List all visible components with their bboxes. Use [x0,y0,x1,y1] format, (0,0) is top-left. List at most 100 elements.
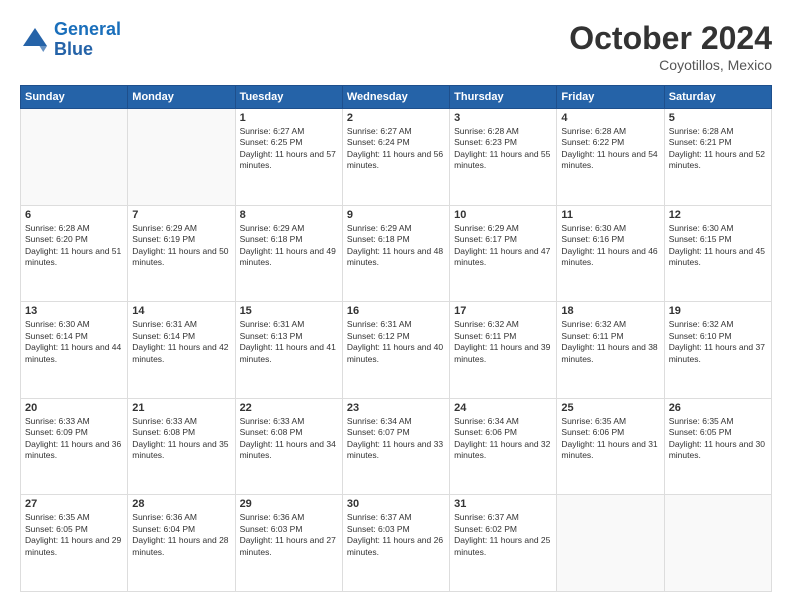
day-number: 15 [240,305,338,317]
calendar-cell: 14Sunrise: 6:31 AMSunset: 6:14 PMDayligh… [128,302,235,399]
day-info: Sunrise: 6:28 AMSunset: 6:20 PMDaylight:… [25,223,123,269]
logo-line2: Blue [54,39,93,59]
calendar-week-4: 27Sunrise: 6:35 AMSunset: 6:05 PMDayligh… [21,495,772,592]
calendar-cell: 5Sunrise: 6:28 AMSunset: 6:21 PMDaylight… [664,109,771,206]
calendar-cell [664,495,771,592]
calendar-cell: 9 Sunrise: 6:29 AMSunset: 6:18 PMDaylight… [342,205,449,302]
day-number: 23 [347,402,445,414]
day-number: 3 [454,112,552,124]
day-info: Sunrise: 6:37 AMSunset: 6:02 PMDaylight:… [454,512,552,558]
day-info: Sunrise: 6:35 AMSunset: 6:06 PMDaylight:… [561,416,659,462]
day-info: Sunrise: 6:32 AMSunset: 6:10 PMDaylight:… [669,319,767,365]
day-info: Sunrise: 6:34 AMSunset: 6:07 PMDaylight:… [347,416,445,462]
day-number: 31 [454,498,552,510]
day-info: Sunrise: 6:32 AMSunset: 6:11 PMDaylight:… [454,319,552,365]
weekday-header-row: SundayMondayTuesdayWednesdayThursdayFrid… [21,86,772,109]
day-number: 19 [669,305,767,317]
calendar-week-3: 20 Sunrise: 6:33 AMSunset: 6:09 PMDayligh… [21,398,772,495]
calendar-cell: 19 Sunrise: 6:32 AMSunset: 6:10 PMDayligh… [664,302,771,399]
location-subtitle: Coyotillos, Mexico [569,57,772,73]
day-number: 10 [454,209,552,221]
calendar-table: SundayMondayTuesdayWednesdayThursdayFrid… [20,85,772,592]
header: General Blue October 2024 Coyotillos, Me… [20,20,772,73]
day-info: Sunrise: 6:35 AMSunset: 6:05 PMDaylight:… [25,512,123,558]
calendar-cell: 12Sunrise: 6:30 AMSunset: 6:15 PMDayligh… [664,205,771,302]
day-number: 5 [669,112,767,124]
day-info: Sunrise: 6:33 AMSunset: 6:09 PMDaylight:… [25,416,123,462]
calendar-cell: 30Sunrise: 6:37 AMSunset: 6:03 PMDayligh… [342,495,449,592]
month-title: October 2024 [569,20,772,57]
weekday-header-monday: Monday [128,86,235,109]
day-number: 25 [561,402,659,414]
calendar-cell: 3Sunrise: 6:28 AMSunset: 6:23 PMDaylight… [450,109,557,206]
weekday-header-sunday: Sunday [21,86,128,109]
logo-icon [20,25,50,55]
calendar-cell: 16 Sunrise: 6:31 AMSunset: 6:12 PMDayligh… [342,302,449,399]
day-info: Sunrise: 6:35 AMSunset: 6:05 PMDaylight:… [669,416,767,462]
calendar-cell: 13 Sunrise: 6:30 AMSunset: 6:14 PMDayligh… [21,302,128,399]
day-number: 12 [669,209,767,221]
calendar-cell: 6 Sunrise: 6:28 AMSunset: 6:20 PMDaylight… [21,205,128,302]
day-number: 2 [347,112,445,124]
day-info: Sunrise: 6:28 AMSunset: 6:22 PMDaylight:… [561,126,659,172]
day-number: 16 [347,305,445,317]
day-number: 9 [347,209,445,221]
weekday-header-tuesday: Tuesday [235,86,342,109]
day-info: Sunrise: 6:30 AMSunset: 6:14 PMDaylight:… [25,319,123,365]
day-info: Sunrise: 6:36 AMSunset: 6:04 PMDaylight:… [132,512,230,558]
day-info: Sunrise: 6:31 AMSunset: 6:13 PMDaylight:… [240,319,338,365]
calendar-cell [21,109,128,206]
calendar-cell: 10Sunrise: 6:29 AMSunset: 6:17 PMDayligh… [450,205,557,302]
day-number: 8 [240,209,338,221]
calendar-cell: 25 Sunrise: 6:35 AMSunset: 6:06 PMDayligh… [557,398,664,495]
calendar-cell: 28 Sunrise: 6:36 AMSunset: 6:04 PMDayligh… [128,495,235,592]
weekday-header-thursday: Thursday [450,86,557,109]
day-number: 4 [561,112,659,124]
calendar-cell: 2Sunrise: 6:27 AMSunset: 6:24 PMDaylight… [342,109,449,206]
day-info: Sunrise: 6:33 AMSunset: 6:08 PMDaylight:… [240,416,338,462]
day-number: 18 [561,305,659,317]
day-info: Sunrise: 6:29 AMSunset: 6:18 PMDaylight:… [240,223,338,269]
calendar-cell: 8 Sunrise: 6:29 AMSunset: 6:18 PMDaylight… [235,205,342,302]
weekday-header-saturday: Saturday [664,86,771,109]
calendar-cell: 18 Sunrise: 6:32 AMSunset: 6:11 PMDayligh… [557,302,664,399]
day-info: Sunrise: 6:33 AMSunset: 6:08 PMDaylight:… [132,416,230,462]
day-info: Sunrise: 6:29 AMSunset: 6:19 PMDaylight:… [132,223,230,269]
calendar-cell: 15 Sunrise: 6:31 AMSunset: 6:13 PMDayligh… [235,302,342,399]
day-number: 6 [25,209,123,221]
calendar-cell: 26 Sunrise: 6:35 AMSunset: 6:05 PMDayligh… [664,398,771,495]
calendar-cell: 20 Sunrise: 6:33 AMSunset: 6:09 PMDayligh… [21,398,128,495]
day-number: 26 [669,402,767,414]
day-info: Sunrise: 6:31 AMSunset: 6:12 PMDaylight:… [347,319,445,365]
day-info: Sunrise: 6:37 AMSunset: 6:03 PMDaylight:… [347,512,445,558]
day-number: 14 [132,305,230,317]
calendar-cell: 29 Sunrise: 6:36 AMSunset: 6:03 PMDayligh… [235,495,342,592]
page: General Blue October 2024 Coyotillos, Me… [0,0,792,612]
day-info: Sunrise: 6:30 AMSunset: 6:16 PMDaylight:… [561,223,659,269]
day-number: 1 [240,112,338,124]
calendar-cell [557,495,664,592]
calendar-cell: 27Sunrise: 6:35 AMSunset: 6:05 PMDayligh… [21,495,128,592]
calendar-week-1: 6 Sunrise: 6:28 AMSunset: 6:20 PMDaylight… [21,205,772,302]
day-info: Sunrise: 6:36 AMSunset: 6:03 PMDaylight:… [240,512,338,558]
day-number: 28 [132,498,230,510]
logo: General Blue [20,20,121,60]
day-number: 24 [454,402,552,414]
calendar-cell: 22Sunrise: 6:33 AMSunset: 6:08 PMDayligh… [235,398,342,495]
day-number: 21 [132,402,230,414]
day-info: Sunrise: 6:32 AMSunset: 6:11 PMDaylight:… [561,319,659,365]
day-number: 13 [25,305,123,317]
calendar-cell: 24 Sunrise: 6:34 AMSunset: 6:06 PMDayligh… [450,398,557,495]
calendar-cell: 23 Sunrise: 6:34 AMSunset: 6:07 PMDayligh… [342,398,449,495]
calendar-cell: 21 Sunrise: 6:33 AMSunset: 6:08 PMDayligh… [128,398,235,495]
calendar-week-2: 13 Sunrise: 6:30 AMSunset: 6:14 PMDayligh… [21,302,772,399]
logo-text: General Blue [54,20,121,60]
day-number: 20 [25,402,123,414]
weekday-header-wednesday: Wednesday [342,86,449,109]
title-block: October 2024 Coyotillos, Mexico [569,20,772,73]
day-info: Sunrise: 6:34 AMSunset: 6:06 PMDaylight:… [454,416,552,462]
day-info: Sunrise: 6:27 AMSunset: 6:25 PMDaylight:… [240,126,338,172]
day-info: Sunrise: 6:29 AMSunset: 6:18 PMDaylight:… [347,223,445,269]
calendar-week-0: 1 Sunrise: 6:27 AMSunset: 6:25 PMDaylight… [21,109,772,206]
day-number: 29 [240,498,338,510]
